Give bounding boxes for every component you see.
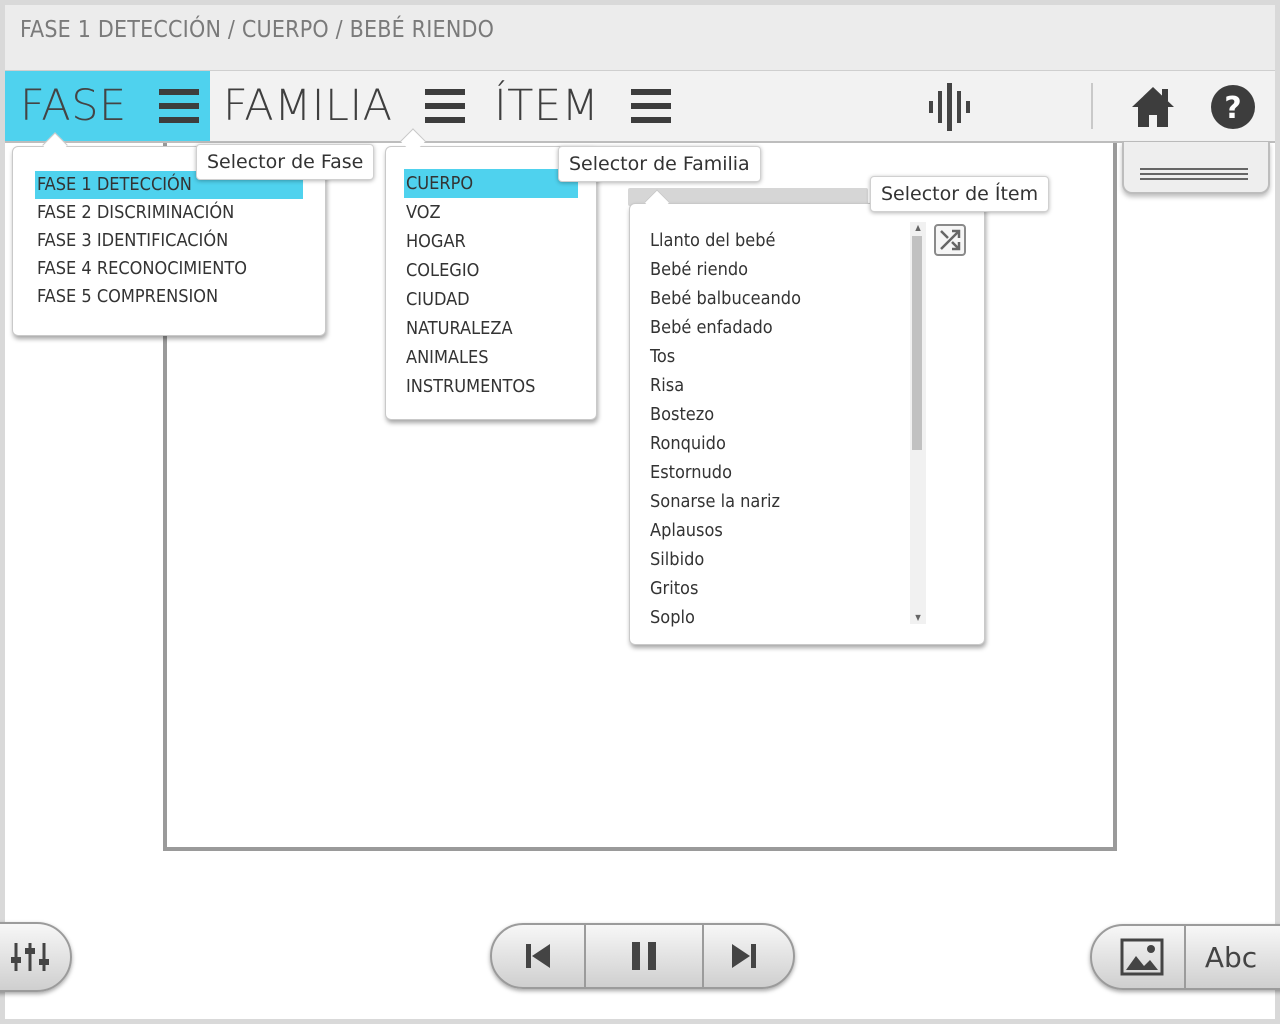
familia-menu-icon[interactable] (424, 89, 465, 123)
shuffle-icon[interactable] (934, 224, 966, 256)
familia-selector[interactable]: FAMILIA (223, 71, 483, 141)
fase-menu-item[interactable]: FASE 2 DISCRIMINACIÓN (35, 199, 303, 227)
item-label: ÍTEM (494, 81, 600, 131)
home-icon[interactable] (1127, 81, 1179, 133)
skip-forward-icon[interactable] (704, 925, 784, 987)
familia-menu-item[interactable]: INSTRUMENTOS (404, 372, 578, 401)
settings-button[interactable] (0, 922, 72, 992)
breadcrumb: FASE 1 DETECCIÓN / CUERPO / BEBÉ RIENDO (20, 17, 495, 43)
drawer-handle[interactable] (1122, 142, 1270, 194)
fase-menu-item[interactable]: FASE 3 IDENTIFICACIÓN (35, 227, 303, 255)
fase-menu-icon[interactable] (158, 89, 199, 123)
sliders-icon (2, 924, 58, 990)
skip-back-icon[interactable] (492, 925, 584, 987)
player-controls (490, 923, 795, 989)
pause-icon[interactable] (586, 925, 702, 987)
breadcrumb-bar: FASE 1 DETECCIÓN / CUERPO / BEBÉ RIENDO (5, 5, 1275, 71)
familia-menu-item[interactable]: CIUDAD (404, 285, 578, 314)
familia-menu-item[interactable]: ANIMALES (404, 343, 578, 372)
familia-menu-item[interactable]: CUERPO (404, 169, 578, 198)
familia-menu-item[interactable]: NATURALEZA (404, 314, 578, 343)
fase-selector[interactable]: FASE (5, 71, 210, 141)
audio-waveform-icon[interactable] (925, 81, 977, 133)
fase-label: FASE (20, 81, 127, 131)
svg-text:?: ? (1224, 91, 1241, 126)
familia-dropdown: CUERPO VOZ HOGAR COLEGIO CIUDAD NATURALEZA ANI… (385, 146, 597, 420)
scroll-up-arrow-icon[interactable]: ▲ (910, 222, 926, 234)
text-label-button[interactable]: Abc (1186, 926, 1276, 988)
tooltip-item: Selector de Ítem (870, 176, 1050, 212)
image-icon[interactable] (1100, 926, 1184, 988)
fase-menu-item[interactable]: FASE 4 RECONOCIMIENTO (35, 255, 303, 283)
media-toggle: Abc (1090, 924, 1280, 990)
fase-menu-item[interactable]: FASE 5 COMPRENSION (35, 283, 303, 311)
tooltip-fase: Selector de Fase (196, 144, 375, 180)
item-selector[interactable]: ÍTEM (494, 71, 674, 141)
help-icon[interactable]: ? (1207, 81, 1259, 133)
top-navbar: FASE FAMILIA ÍTEM ? (5, 71, 1275, 143)
familia-menu-item[interactable]: COLEGIO (404, 256, 578, 285)
familia-menu-item[interactable]: VOZ (404, 198, 578, 227)
scroll-down-arrow-icon[interactable]: ▼ (910, 612, 926, 624)
item-dropdown: Llanto del bebé Bebé riendo Bebé balbucean… (629, 203, 985, 645)
nav-divider (1091, 83, 1093, 129)
scrollbar-thumb[interactable] (912, 236, 922, 450)
tooltip-familia: Selector de Familia (558, 146, 761, 182)
item-menu-icon[interactable] (631, 89, 672, 123)
familia-label: FAMILIA (223, 81, 393, 131)
familia-menu-item[interactable]: HOGAR (404, 227, 578, 256)
item-scrollbar[interactable]: ▲ ▼ (910, 222, 926, 624)
